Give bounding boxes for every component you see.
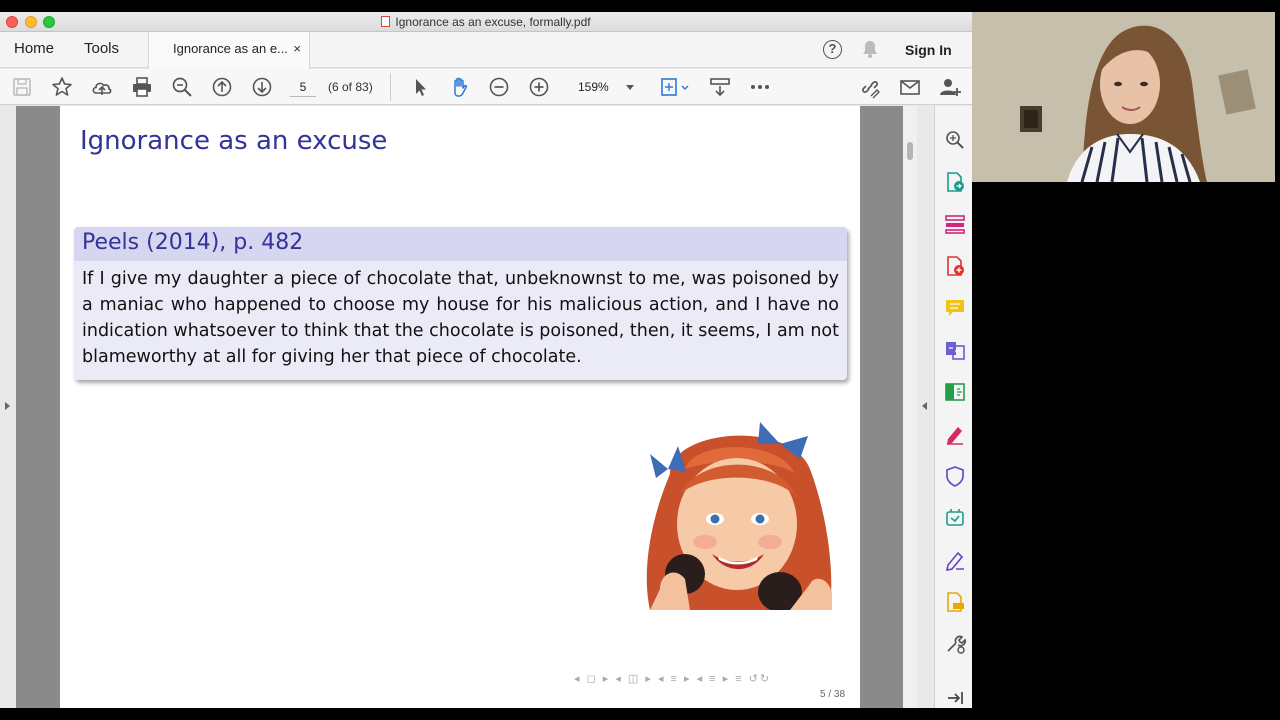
compress-icon[interactable] [944,381,966,403]
close-tab-button[interactable]: × [293,32,301,66]
more-icon[interactable] [748,75,772,99]
chevron-down-icon[interactable] [626,85,634,90]
add-user-icon[interactable] [938,75,962,99]
quote-block: Peels (2014), p. 482 If I give my daught… [74,227,847,380]
tab-document[interactable]: Ignorance as an e... × [148,32,310,69]
sign-in-button[interactable]: Sign In [905,42,952,58]
zoom-plus-icon[interactable] [527,75,551,99]
expand-left-panel-icon[interactable] [5,402,10,410]
tools-rail [934,106,972,708]
bookmark-star-icon[interactable] [50,75,74,99]
window-title-container: Ignorance as an excuse, formally.pdf [0,15,972,29]
zoom-out-search-icon[interactable] [170,75,194,99]
fill-sign-icon[interactable] [944,423,966,445]
fit-page-icon[interactable] [658,75,690,99]
pdf-file-icon [381,16,391,27]
page-down-icon[interactable] [250,75,274,99]
organize-pages-icon[interactable] [944,213,966,235]
export-pdf-icon[interactable] [944,171,966,193]
comment-icon[interactable] [944,297,966,319]
notification-bell-icon[interactable] [862,40,878,63]
tab-document-label: Ignorance as an e... [173,41,288,56]
zoom-minus-icon[interactable] [487,75,511,99]
scrollbar-thumb[interactable] [907,142,913,160]
print-icon[interactable] [130,75,154,99]
window-title: Ignorance as an excuse, formally.pdf [395,15,591,29]
scroll-mode-icon[interactable] [708,75,732,99]
acrobat-window: Ignorance as an excuse, formally.pdf Hom… [0,12,972,708]
girl-with-cookies-illustration [646,422,832,610]
pdf-page: Ignorance as an excuse Peels (2014), p. … [60,106,860,708]
select-arrow-icon[interactable] [408,75,432,99]
document-viewport[interactable]: Ignorance as an excuse Peels (2014), p. … [0,106,934,708]
quote-block-body: If I give my daughter a piece of chocola… [82,269,839,367]
title-bar: Ignorance as an excuse, formally.pdf [0,12,972,32]
hand-tool-icon[interactable] [448,75,472,99]
link-icon[interactable] [858,75,882,99]
scrollbar[interactable] [903,106,917,708]
letterbox-bar [0,708,1280,720]
slide-title: Ignorance as an excuse [80,126,388,156]
tab-tools[interactable]: Tools [84,32,119,68]
tab-home[interactable]: Home [14,32,54,68]
mail-icon[interactable] [898,75,922,99]
webcam-video [972,12,1275,182]
collapse-right-panel-icon[interactable] [922,402,927,410]
upload-cloud-icon[interactable] [90,75,114,99]
page-up-icon[interactable] [210,75,234,99]
more-tools-icon[interactable] [944,633,966,655]
toolbar: 5 (6 of 83) 159% [0,69,972,105]
toolbar-divider [390,73,391,101]
combine-files-icon[interactable] [944,339,966,361]
save-icon[interactable] [10,75,34,99]
create-pdf-icon[interactable] [944,255,966,277]
menu-bar: Home Tools Ignorance as an e... × ? Sign… [0,32,972,69]
send-track-icon[interactable] [944,507,966,529]
help-icon[interactable]: ? [823,40,842,59]
collapse-panel-icon[interactable] [944,687,966,708]
protect-shield-icon[interactable] [944,465,966,487]
page-number-input[interactable]: 5 [290,77,316,97]
page-count: (6 of 83) [328,80,373,94]
search-zoom-icon[interactable] [944,129,966,151]
quote-block-title: Peels (2014), p. 482 [74,227,847,261]
scan-icon[interactable] [944,591,966,613]
slide-number: 5 / 38 [820,689,846,700]
beamer-navigation-symbols[interactable]: ◂ ◻ ▸ ◂ ◫ ▸ ◂ ≡ ▸ ◂ ≡ ▸ ≡ ↺↻ [574,672,771,685]
sign-icon[interactable] [944,549,966,572]
